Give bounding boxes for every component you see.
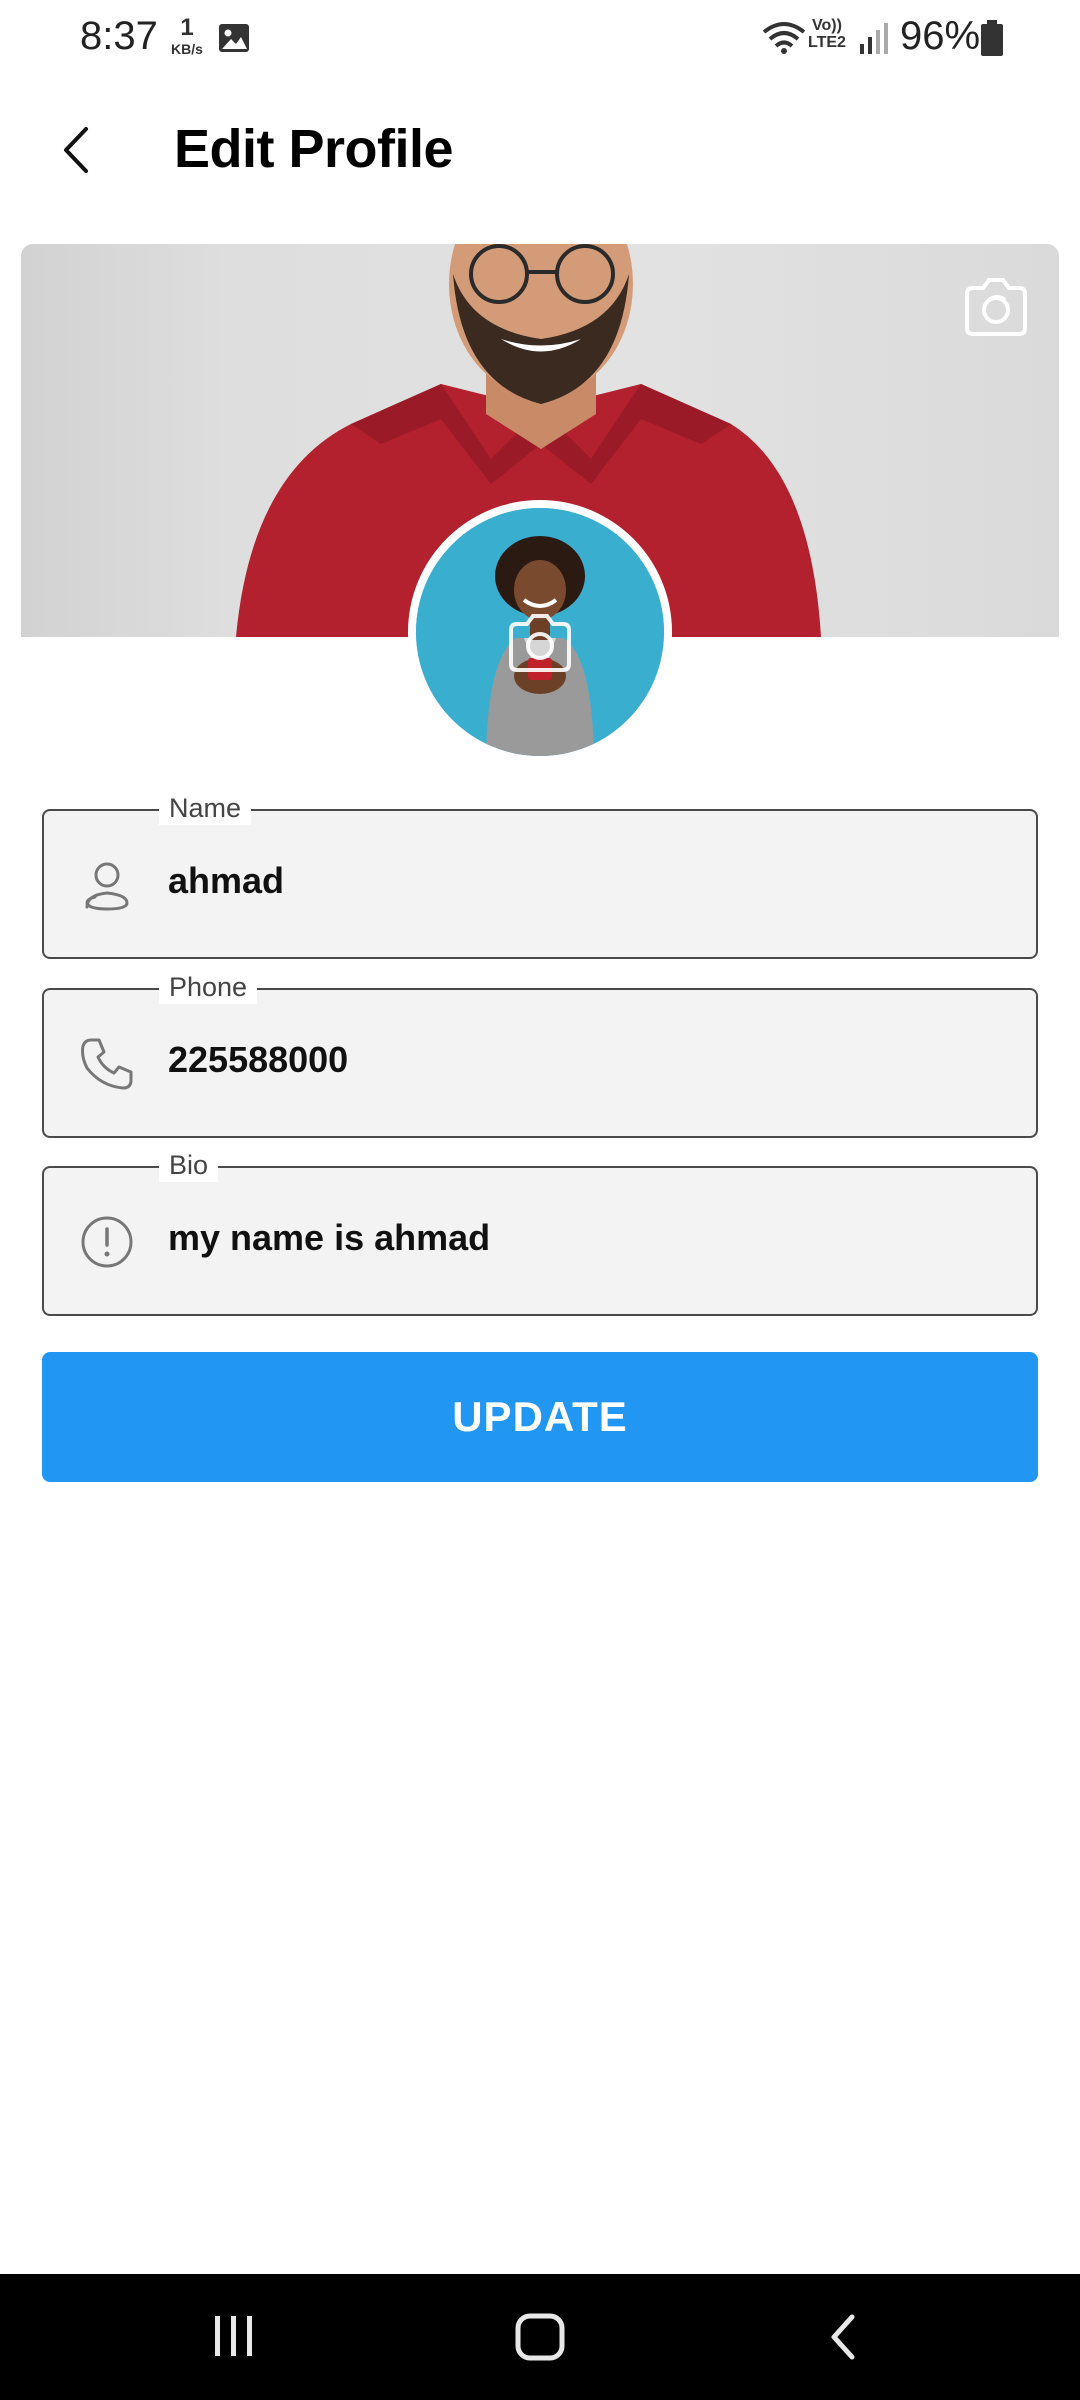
name-field[interactable]: Name ahmad [42,791,1038,959]
phone-field-label: Phone [159,970,258,1004]
info-icon [81,1216,133,1268]
back-button[interactable] [44,118,108,182]
network-speed: 1 KB/s [166,14,208,57]
system-nav-bar [0,2274,1080,2400]
battery-percent: 96% [900,14,981,58]
phone-input-value[interactable]: 225588000 [168,1039,348,1081]
battery-icon [981,20,1003,56]
bio-input-value[interactable]: my name is ahmad [168,1217,490,1259]
bio-field-label: Bio [159,1148,219,1182]
update-button[interactable]: UPDATE [42,1352,1038,1482]
signal-icon [860,23,888,54]
status-bar: 8:37 1 KB/s Vo)) LTE2 96% [0,0,1080,80]
cover-camera-icon[interactable] [961,276,1031,338]
back-arrow-icon [64,127,88,173]
name-input-value[interactable]: ahmad [168,860,284,902]
gallery-notification-icon [219,24,249,52]
nav-back-icon[interactable] [822,2312,862,2362]
phone-field[interactable]: Phone 225588000 [42,970,1038,1138]
avatar-camera-icon[interactable] [505,612,575,674]
status-time: 8:37 [80,14,158,58]
name-field-label: Name [159,791,252,825]
network-speed-value: 1 [180,14,194,41]
phone-icon [81,1038,133,1090]
page-title: Edit Profile [174,119,454,179]
avatar[interactable] [408,500,672,764]
volte-line1: Vo)) [812,17,842,34]
volte-line2: LTE2 [808,33,846,51]
person-icon [85,862,129,911]
home-icon[interactable] [514,2312,566,2362]
network-speed-unit: KB/s [171,41,203,57]
wifi-icon [762,22,806,54]
bio-field[interactable]: Bio my name is ahmad [42,1148,1038,1316]
recent-apps-icon[interactable] [210,2314,258,2358]
volte-indicator: Vo)) LTE2 [808,17,846,52]
